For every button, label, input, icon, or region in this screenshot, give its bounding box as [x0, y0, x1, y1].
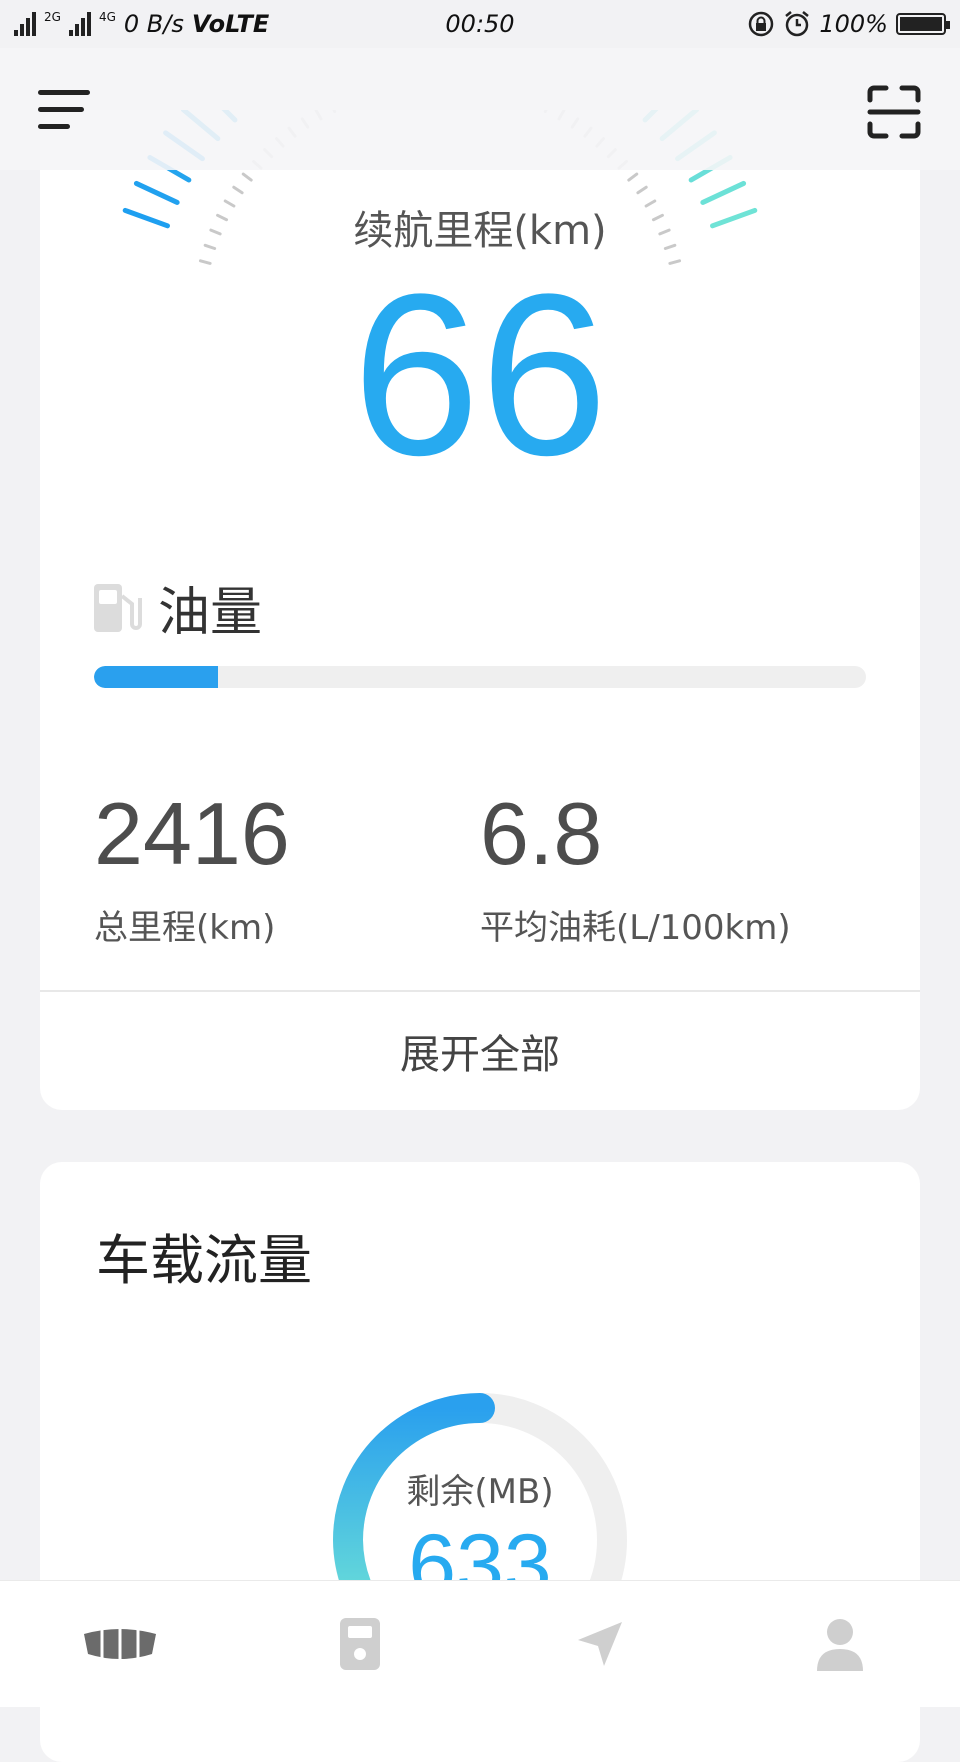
- bottom-nav: [0, 1580, 960, 1707]
- scan-icon[interactable]: [866, 84, 922, 140]
- key-icon: [340, 1618, 380, 1670]
- status-bar: 2G 4G 0 B/s VoLTE 00:50 100%: [0, 0, 960, 48]
- network-speed: 0 B/s: [123, 10, 184, 38]
- status-left: 2G 4G 0 B/s VoLTE: [14, 10, 269, 38]
- battery-icon: [896, 13, 950, 35]
- nav-navigation[interactable]: [540, 1599, 660, 1689]
- remaining-label: 剩余(MB): [406, 1472, 554, 1512]
- network-type-4g: 4G: [98, 10, 116, 24]
- fuel-header: 油量: [92, 570, 262, 645]
- car-brand-icon: [84, 1628, 156, 1662]
- avg-consumption-value: 6.8: [480, 784, 603, 883]
- network-type-2g: 2G: [44, 10, 61, 24]
- fuel-level-fill: [94, 666, 218, 688]
- signal-icon-2: [68, 12, 91, 36]
- gauge-minor-tick: [636, 185, 648, 195]
- gauge-minor-tick: [241, 172, 253, 182]
- nav-car[interactable]: [60, 1599, 180, 1689]
- fuel-pump-icon: [94, 583, 142, 632]
- gauge-minor-tick: [627, 172, 639, 182]
- status-right: 100%: [747, 10, 950, 38]
- avg-consumption-label: 平均油耗(L/100km): [480, 908, 791, 948]
- navigation-icon: [578, 1622, 622, 1666]
- total-mileage: 2416 总里程(km): [94, 790, 290, 949]
- total-mileage-value: 2416: [94, 784, 290, 883]
- volte-label: VoLTE: [191, 10, 270, 38]
- menu-button[interactable]: [38, 90, 94, 132]
- alarm-icon: [785, 11, 810, 37]
- user-icon: [817, 1619, 863, 1671]
- total-mileage-label: 总里程(km): [94, 908, 276, 948]
- gauge-minor-tick: [232, 185, 244, 195]
- signal-icon: [14, 12, 36, 36]
- top-bar: [0, 48, 960, 170]
- expand-all-button[interactable]: 展开全部: [40, 992, 920, 1110]
- nav-key[interactable]: [300, 1599, 420, 1689]
- fuel-label: 油量: [158, 583, 263, 643]
- battery-percent: 100%: [819, 10, 888, 38]
- avg-consumption: 6.8 平均油耗(L/100km): [480, 790, 791, 949]
- data-usage-title: 车载流量: [96, 1229, 312, 1292]
- vehicle-status-card: 续航里程(km) 66 油量 2416 总里程(km) 6.8 平均油耗(L/1…: [40, 110, 920, 1110]
- fuel-level-bar: [94, 666, 866, 688]
- lock-rotation-icon: [749, 11, 774, 37]
- range-value: 66: [352, 246, 608, 503]
- nav-profile[interactable]: [780, 1599, 900, 1689]
